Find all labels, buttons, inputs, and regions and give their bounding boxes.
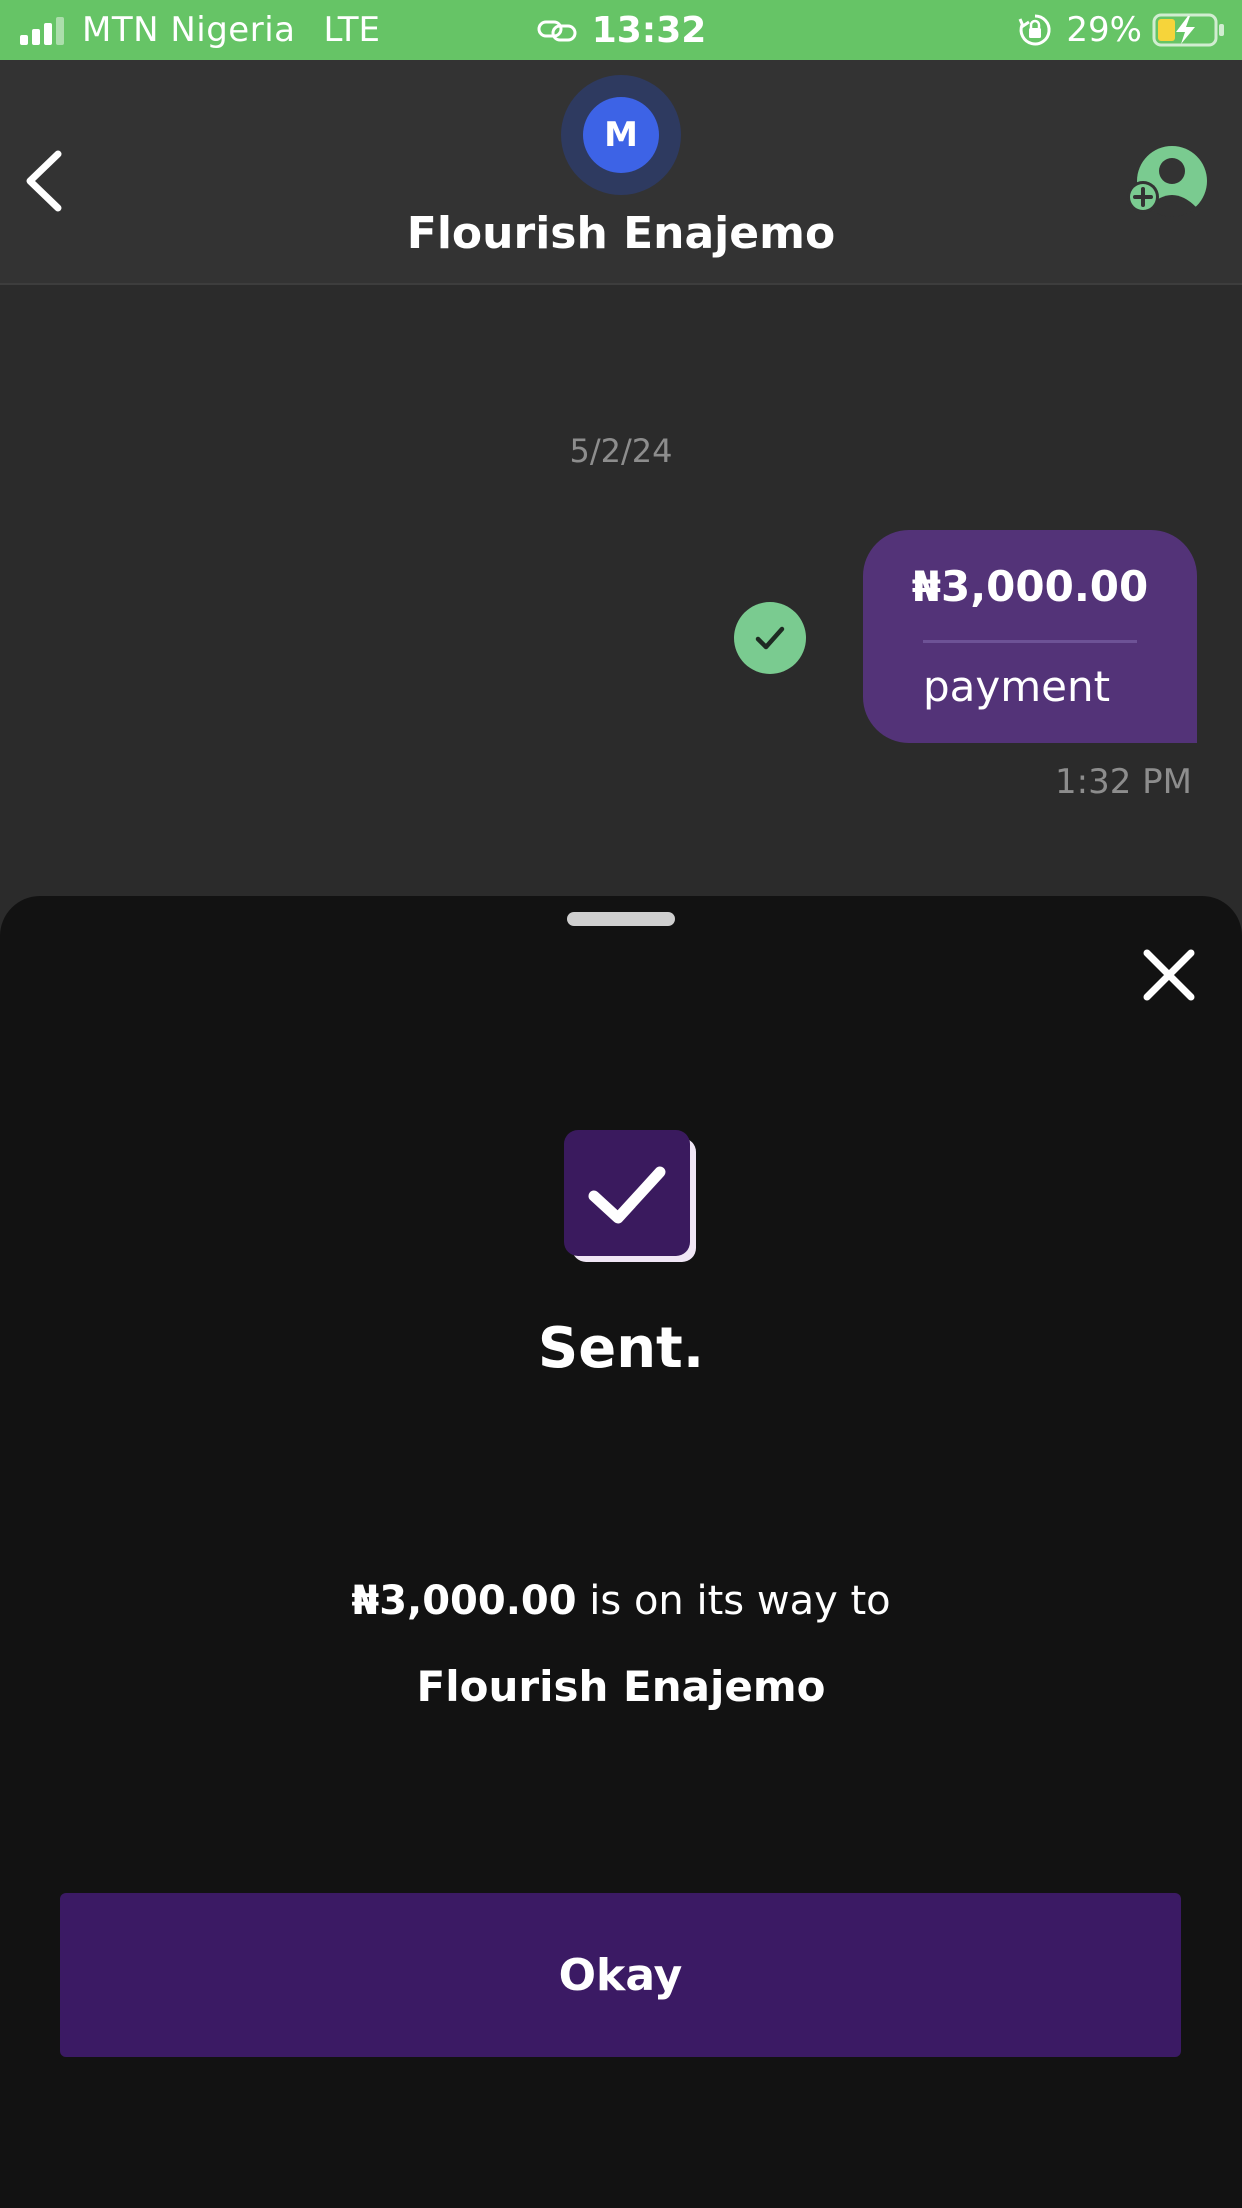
battery-charging-icon <box>1152 13 1224 47</box>
status-right: 29% <box>1018 10 1226 50</box>
message-time: 1:32 PM <box>1055 762 1192 802</box>
delivered-check-icon <box>734 602 806 674</box>
message-note: payment <box>923 662 1111 711</box>
bubble-divider <box>923 640 1137 643</box>
sheet-message: ₦3,000.00 is on its way to <box>0 1578 1242 1624</box>
close-icon[interactable] <box>1142 948 1196 1002</box>
sheet-grabber[interactable] <box>567 912 675 926</box>
sheet-message-text: is on its way to <box>576 1578 891 1624</box>
okay-button[interactable]: Okay <box>60 1893 1181 2057</box>
status-bar: MTN Nigeria LTE 13:32 29% <box>0 0 1242 60</box>
add-contact-icon[interactable] <box>1126 145 1216 225</box>
chat-header: M Flourish Enajemo <box>0 60 1242 285</box>
success-sheet: Sent. ₦3,000.00 is on its way to Flouris… <box>0 896 1242 2208</box>
sheet-title: Sent. <box>537 1316 705 1381</box>
battery-percent: 29% <box>1066 10 1142 50</box>
back-icon[interactable] <box>22 148 66 214</box>
avatar[interactable]: M <box>561 75 681 195</box>
sheet-recipient: Flourish Enajemo <box>416 1662 826 1711</box>
contact-name[interactable]: Flourish Enajemo <box>0 208 1242 259</box>
status-time: 13:32 <box>591 10 707 51</box>
sheet-amount: ₦3,000.00 <box>351 1578 577 1624</box>
avatar-initial: M <box>583 97 659 173</box>
checkmark-icon <box>755 626 785 650</box>
link-icon <box>537 20 577 41</box>
message-amount: ₦3,000.00 <box>911 562 1149 611</box>
success-check-icon <box>564 1130 696 1262</box>
screen: MTN Nigeria LTE 13:32 29% M Flourish Ena… <box>0 0 1242 2208</box>
chat-date: 5/2/24 <box>569 432 673 470</box>
orientation-lock-icon <box>1019 14 1051 46</box>
payment-message-bubble[interactable]: ₦3,000.00 payment <box>863 530 1197 743</box>
